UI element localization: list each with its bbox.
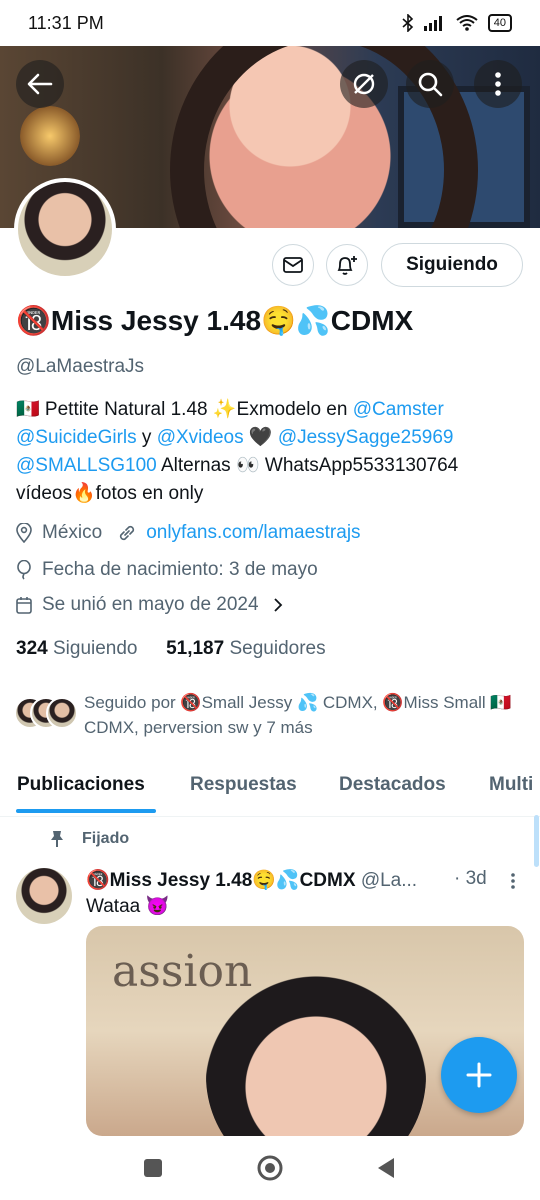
notifications-button[interactable] xyxy=(326,244,368,286)
following-count: 324 xyxy=(16,638,48,659)
post-time: · 3d xyxy=(454,868,487,889)
mention-link[interactable]: @SuicideGirls xyxy=(16,427,137,448)
more-vertical-icon xyxy=(495,72,501,96)
tab-respuestas[interactable]: Respuestas xyxy=(190,774,297,796)
tab-publicaciones[interactable]: Publicaciones xyxy=(17,774,145,796)
location-pin-icon xyxy=(16,523,32,543)
status-bar: 11:31 PM 40 xyxy=(0,0,540,46)
message-button[interactable] xyxy=(272,244,314,286)
system-nav-bar xyxy=(0,1136,540,1200)
profile-bio: 🇲🇽 Pettite Natural 1.48 ✨Exmodelo en @Ca… xyxy=(16,396,526,508)
location-text: México xyxy=(42,522,103,543)
balloon-icon xyxy=(17,560,31,580)
home-circle-icon xyxy=(257,1155,283,1181)
profile-avatar[interactable] xyxy=(14,178,116,280)
mutual-avatar xyxy=(46,697,78,729)
bio-text: 🇲🇽 Pettite Natural 1.48 ✨Exmodelo en xyxy=(16,399,353,420)
post-avatar[interactable] xyxy=(16,868,72,924)
search-button[interactable] xyxy=(406,60,454,108)
active-tab-indicator xyxy=(16,809,156,813)
mail-icon xyxy=(283,257,303,273)
joined-text: Se unió en mayo de 2024 xyxy=(42,594,259,615)
banner-lamp xyxy=(20,106,80,166)
post-handle: @La... xyxy=(360,870,418,891)
followers-count: 51,187 xyxy=(166,638,225,659)
recents-button[interactable] xyxy=(135,1150,171,1186)
profile-handle: @LaMaestraJs xyxy=(16,356,145,377)
square-icon xyxy=(144,1159,162,1177)
mention-link[interactable]: @SMALLSG100 xyxy=(16,455,157,476)
location-website-row: México onlyfans.com/lamaestrajs xyxy=(16,522,361,544)
search-icon xyxy=(418,72,443,97)
followers-label: Seguidores xyxy=(229,638,326,659)
no-sync-icon xyxy=(353,73,375,95)
birthday-text: Fecha de nacimiento: 3 de mayo xyxy=(42,559,318,580)
wifi-icon xyxy=(456,15,478,31)
post-author[interactable]: 🔞Miss Jessy 1.48🤤💦CDMX xyxy=(86,870,356,891)
bio-text: Alternas 👀 WhatsApp5533130764 xyxy=(156,455,459,476)
following-button[interactable]: Siguiendo xyxy=(381,243,523,287)
bell-plus-icon xyxy=(337,256,357,275)
pin-icon xyxy=(51,831,63,847)
bluetooth-icon xyxy=(402,14,413,32)
followed-by-text[interactable]: Seguido por 🔞Small Jessy 💦 CDMX, 🔞Miss S… xyxy=(84,690,524,740)
mention-link[interactable]: @Camster xyxy=(353,399,444,420)
back-nav-button[interactable] xyxy=(368,1150,404,1186)
back-button[interactable] xyxy=(16,60,64,108)
mention-link[interactable]: @Xvideos xyxy=(157,427,244,448)
scrollbar[interactable] xyxy=(534,815,539,867)
arrow-left-icon xyxy=(27,73,53,95)
follow-counts: 324 Siguiendo 51,187 Seguidores xyxy=(16,638,326,660)
chevron-right-icon xyxy=(273,598,282,612)
website-link[interactable]: onlyfans.com/lamaestrajs xyxy=(146,522,360,544)
joined-row[interactable]: Se unió en mayo de 2024 xyxy=(16,594,283,616)
bio-text: vídeos🔥fotos en only xyxy=(16,483,204,504)
pinned-label: Fijado xyxy=(50,830,129,848)
more-button[interactable] xyxy=(474,60,522,108)
media-caption-text: assion xyxy=(112,946,253,997)
triangle-back-icon xyxy=(378,1158,394,1178)
pinned-text: Fijado xyxy=(82,830,130,847)
signal-icon xyxy=(423,16,442,31)
link-icon xyxy=(120,525,135,541)
plus-icon xyxy=(466,1062,492,1088)
post-more-icon[interactable] xyxy=(510,872,516,890)
compose-button[interactable] xyxy=(441,1037,517,1113)
no-sync-button[interactable] xyxy=(340,60,388,108)
bio-text: y xyxy=(136,427,157,448)
clock: 11:31 PM xyxy=(28,12,104,33)
following-label: Siguiendo xyxy=(52,638,138,659)
followers-count-link[interactable]: 51,187 Seguidores xyxy=(166,638,326,659)
post-header: 🔞Miss Jessy 1.48🤤💦CDMX @La... · 3d xyxy=(86,868,526,892)
mention-link[interactable]: @JessySagge25969 xyxy=(278,427,454,448)
battery-indicator: 40 xyxy=(487,14,512,32)
home-button[interactable] xyxy=(252,1150,288,1186)
tab-multi[interactable]: Multi xyxy=(489,774,533,796)
following-count-link[interactable]: 324 Siguiendo xyxy=(16,638,138,659)
bio-text: 🖤 xyxy=(243,427,278,448)
calendar-icon xyxy=(16,597,32,614)
post-text: Wataa 😈 xyxy=(86,896,170,917)
tab-destacados[interactable]: Destacados xyxy=(339,774,446,796)
birthday-row: Fecha de nacimiento: 3 de mayo xyxy=(16,559,318,581)
profile-name: 🔞Miss Jessy 1.48🤤💦CDMX xyxy=(16,305,414,336)
status-icons: 40 xyxy=(402,14,512,32)
